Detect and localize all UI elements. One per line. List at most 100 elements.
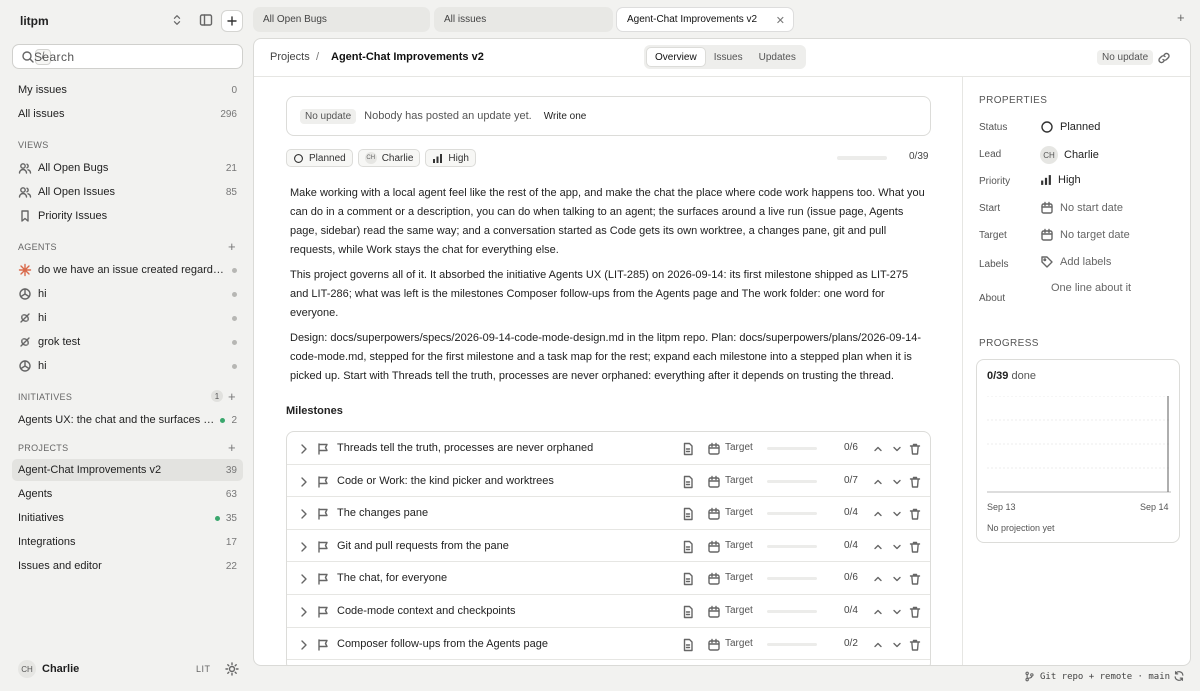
tab-issues[interactable]: Issues	[706, 47, 751, 67]
sidebar-project-item[interactable]: Agents 63	[12, 483, 243, 505]
chevron-down-icon[interactable]	[890, 605, 904, 619]
milestone-target[interactable]: Target	[725, 507, 753, 518]
tab-all-open-bugs[interactable]: All Open Bugs	[253, 7, 430, 32]
sidebar-agent-item[interactable]: hi	[12, 283, 243, 305]
tab-updates[interactable]: Updates	[751, 47, 804, 67]
sidebar-agent-item[interactable]: hi	[12, 307, 243, 329]
priority-chip[interactable]: High	[425, 149, 476, 167]
chevron-up-icon[interactable]	[871, 540, 885, 554]
sidebar-project-item[interactable]: Agent-Chat Improvements v2 39	[12, 459, 243, 481]
milestone-target[interactable]: Target	[725, 475, 753, 486]
add-initiative-button[interactable]: +	[228, 390, 236, 403]
document-icon[interactable]	[681, 638, 695, 652]
chevron-right-icon[interactable]	[297, 475, 311, 489]
sidebar-item-my-issues[interactable]: My issues 0	[12, 79, 243, 101]
chevron-up-icon[interactable]	[871, 605, 885, 619]
chevron-up-icon[interactable]	[871, 572, 885, 586]
tab-label: Agent-Chat Improvements v2	[627, 14, 758, 25]
milestone-row[interactable]: Code-mode context and checkpoints Target 0…	[287, 595, 930, 628]
sidebar-project-item[interactable]: Integrations 17	[12, 531, 243, 553]
trash-icon[interactable]	[908, 572, 922, 586]
search-input[interactable]: Search /	[12, 44, 243, 69]
trash-icon[interactable]	[908, 638, 922, 652]
status-chip[interactable]: Planned	[286, 149, 353, 167]
trash-icon[interactable]	[908, 507, 922, 521]
document-icon[interactable]	[681, 605, 695, 619]
sidebar-item-all-open-issues[interactable]: All Open Issues 85	[12, 181, 243, 203]
chevron-down-icon[interactable]	[890, 507, 904, 521]
new-issue-button[interactable]	[221, 10, 243, 32]
sidebar-toggle-icon[interactable]	[199, 13, 213, 27]
repo-status[interactable]: Git repo + remote · main	[1024, 671, 1170, 682]
chevron-right-icon[interactable]	[297, 507, 311, 521]
theme-toggle-icon[interactable]	[225, 662, 239, 676]
add-project-button[interactable]: +	[228, 441, 236, 454]
sidebar-agent-item[interactable]: do we have an issue created regarding…	[12, 259, 243, 281]
sidebar-project-item[interactable]: Initiatives 35	[12, 507, 243, 529]
chevron-down-icon[interactable]	[890, 540, 904, 554]
sidebar-item-priority-issues[interactable]: Priority Issues	[12, 205, 243, 227]
chevron-right-icon[interactable]	[297, 540, 311, 554]
chevron-up-icon[interactable]	[871, 638, 885, 652]
document-icon[interactable]	[681, 572, 695, 586]
chevron-down-icon[interactable]	[890, 572, 904, 586]
close-icon[interactable]: ✕	[776, 14, 785, 27]
chevron-down-icon[interactable]	[890, 442, 904, 456]
trash-icon[interactable]	[908, 475, 922, 489]
milestone-target[interactable]: Target	[725, 442, 753, 453]
tab-overview[interactable]: Overview	[646, 47, 706, 67]
new-tab-button[interactable]: +	[1177, 10, 1185, 25]
milestone-row[interactable]: Git and pull requests from the pane Targe…	[287, 530, 930, 563]
chevron-up-icon[interactable]	[871, 475, 885, 489]
link-icon[interactable]	[1157, 51, 1171, 65]
sidebar-agent-item[interactable]: grok test	[12, 331, 243, 353]
sidebar-agent-item[interactable]: hi	[12, 355, 243, 377]
chevron-right-icon[interactable]	[297, 572, 311, 586]
workspace-name[interactable]: litpm	[20, 14, 49, 28]
add-labels-button[interactable]: Add labels	[1040, 255, 1111, 269]
sidebar-project-item[interactable]: Issues and editor 22	[12, 555, 243, 577]
milestone-row[interactable]: Composer follow-ups from the Agents page…	[287, 628, 930, 661]
document-icon[interactable]	[681, 540, 695, 554]
trash-icon[interactable]	[908, 605, 922, 619]
chevron-up-icon[interactable]	[871, 507, 885, 521]
chevron-right-icon[interactable]	[297, 605, 311, 619]
breadcrumb-projects[interactable]: Projects	[270, 51, 310, 63]
milestone-target[interactable]: Target	[725, 638, 753, 649]
tab-agent-chat-improvements[interactable]: Agent-Chat Improvements v2 ✕	[616, 7, 794, 32]
milestone-target[interactable]: Target	[725, 572, 753, 583]
status-value[interactable]: Planned	[1040, 120, 1100, 134]
target-date-value[interactable]: No target date	[1040, 228, 1130, 242]
project-description[interactable]: Make working with a local agent feel lik…	[290, 184, 926, 392]
trash-icon[interactable]	[908, 540, 922, 554]
chevron-up-icon[interactable]	[871, 442, 885, 456]
milestone-row[interactable]: Threads tell the truth, processes are ne…	[287, 432, 930, 465]
tab-all-issues[interactable]: All issues	[434, 7, 613, 32]
about-input[interactable]: One line about it	[1051, 282, 1131, 294]
document-icon[interactable]	[681, 507, 695, 521]
chevron-down-icon[interactable]	[890, 638, 904, 652]
lead-chip[interactable]: CH Charlie	[357, 149, 421, 167]
milestone-row[interactable]: The chat, for everyone Target 0/6	[287, 562, 930, 595]
add-agent-button[interactable]: +	[228, 240, 236, 253]
user-menu[interactable]: CH Charlie	[18, 660, 79, 678]
milestone-row[interactable]: Code or Work: the kind picker and worktr…	[287, 465, 930, 498]
refresh-icon[interactable]	[1173, 670, 1185, 682]
sidebar-item-all-open-bugs[interactable]: All Open Bugs 21	[12, 157, 243, 179]
trash-icon[interactable]	[908, 442, 922, 456]
start-date-value[interactable]: No start date	[1040, 201, 1123, 215]
milestone-row[interactable]: The changes pane Target 0/4	[287, 497, 930, 530]
sidebar-item-all-issues[interactable]: All issues 296	[12, 103, 243, 125]
document-icon[interactable]	[681, 442, 695, 456]
chevron-down-icon[interactable]	[890, 475, 904, 489]
document-icon[interactable]	[681, 475, 695, 489]
sidebar-initiative-item[interactable]: Agents UX: the chat and the surfaces ar……	[12, 409, 243, 431]
chevron-updown-icon[interactable]	[171, 14, 183, 26]
chevron-right-icon[interactable]	[297, 442, 311, 456]
lead-value[interactable]: CH Charlie	[1040, 146, 1099, 164]
milestone-target[interactable]: Target	[725, 540, 753, 551]
write-update-link[interactable]: Write one	[544, 111, 587, 122]
milestone-target[interactable]: Target	[725, 605, 753, 616]
priority-value[interactable]: High	[1040, 174, 1081, 186]
chevron-right-icon[interactable]	[297, 638, 311, 652]
